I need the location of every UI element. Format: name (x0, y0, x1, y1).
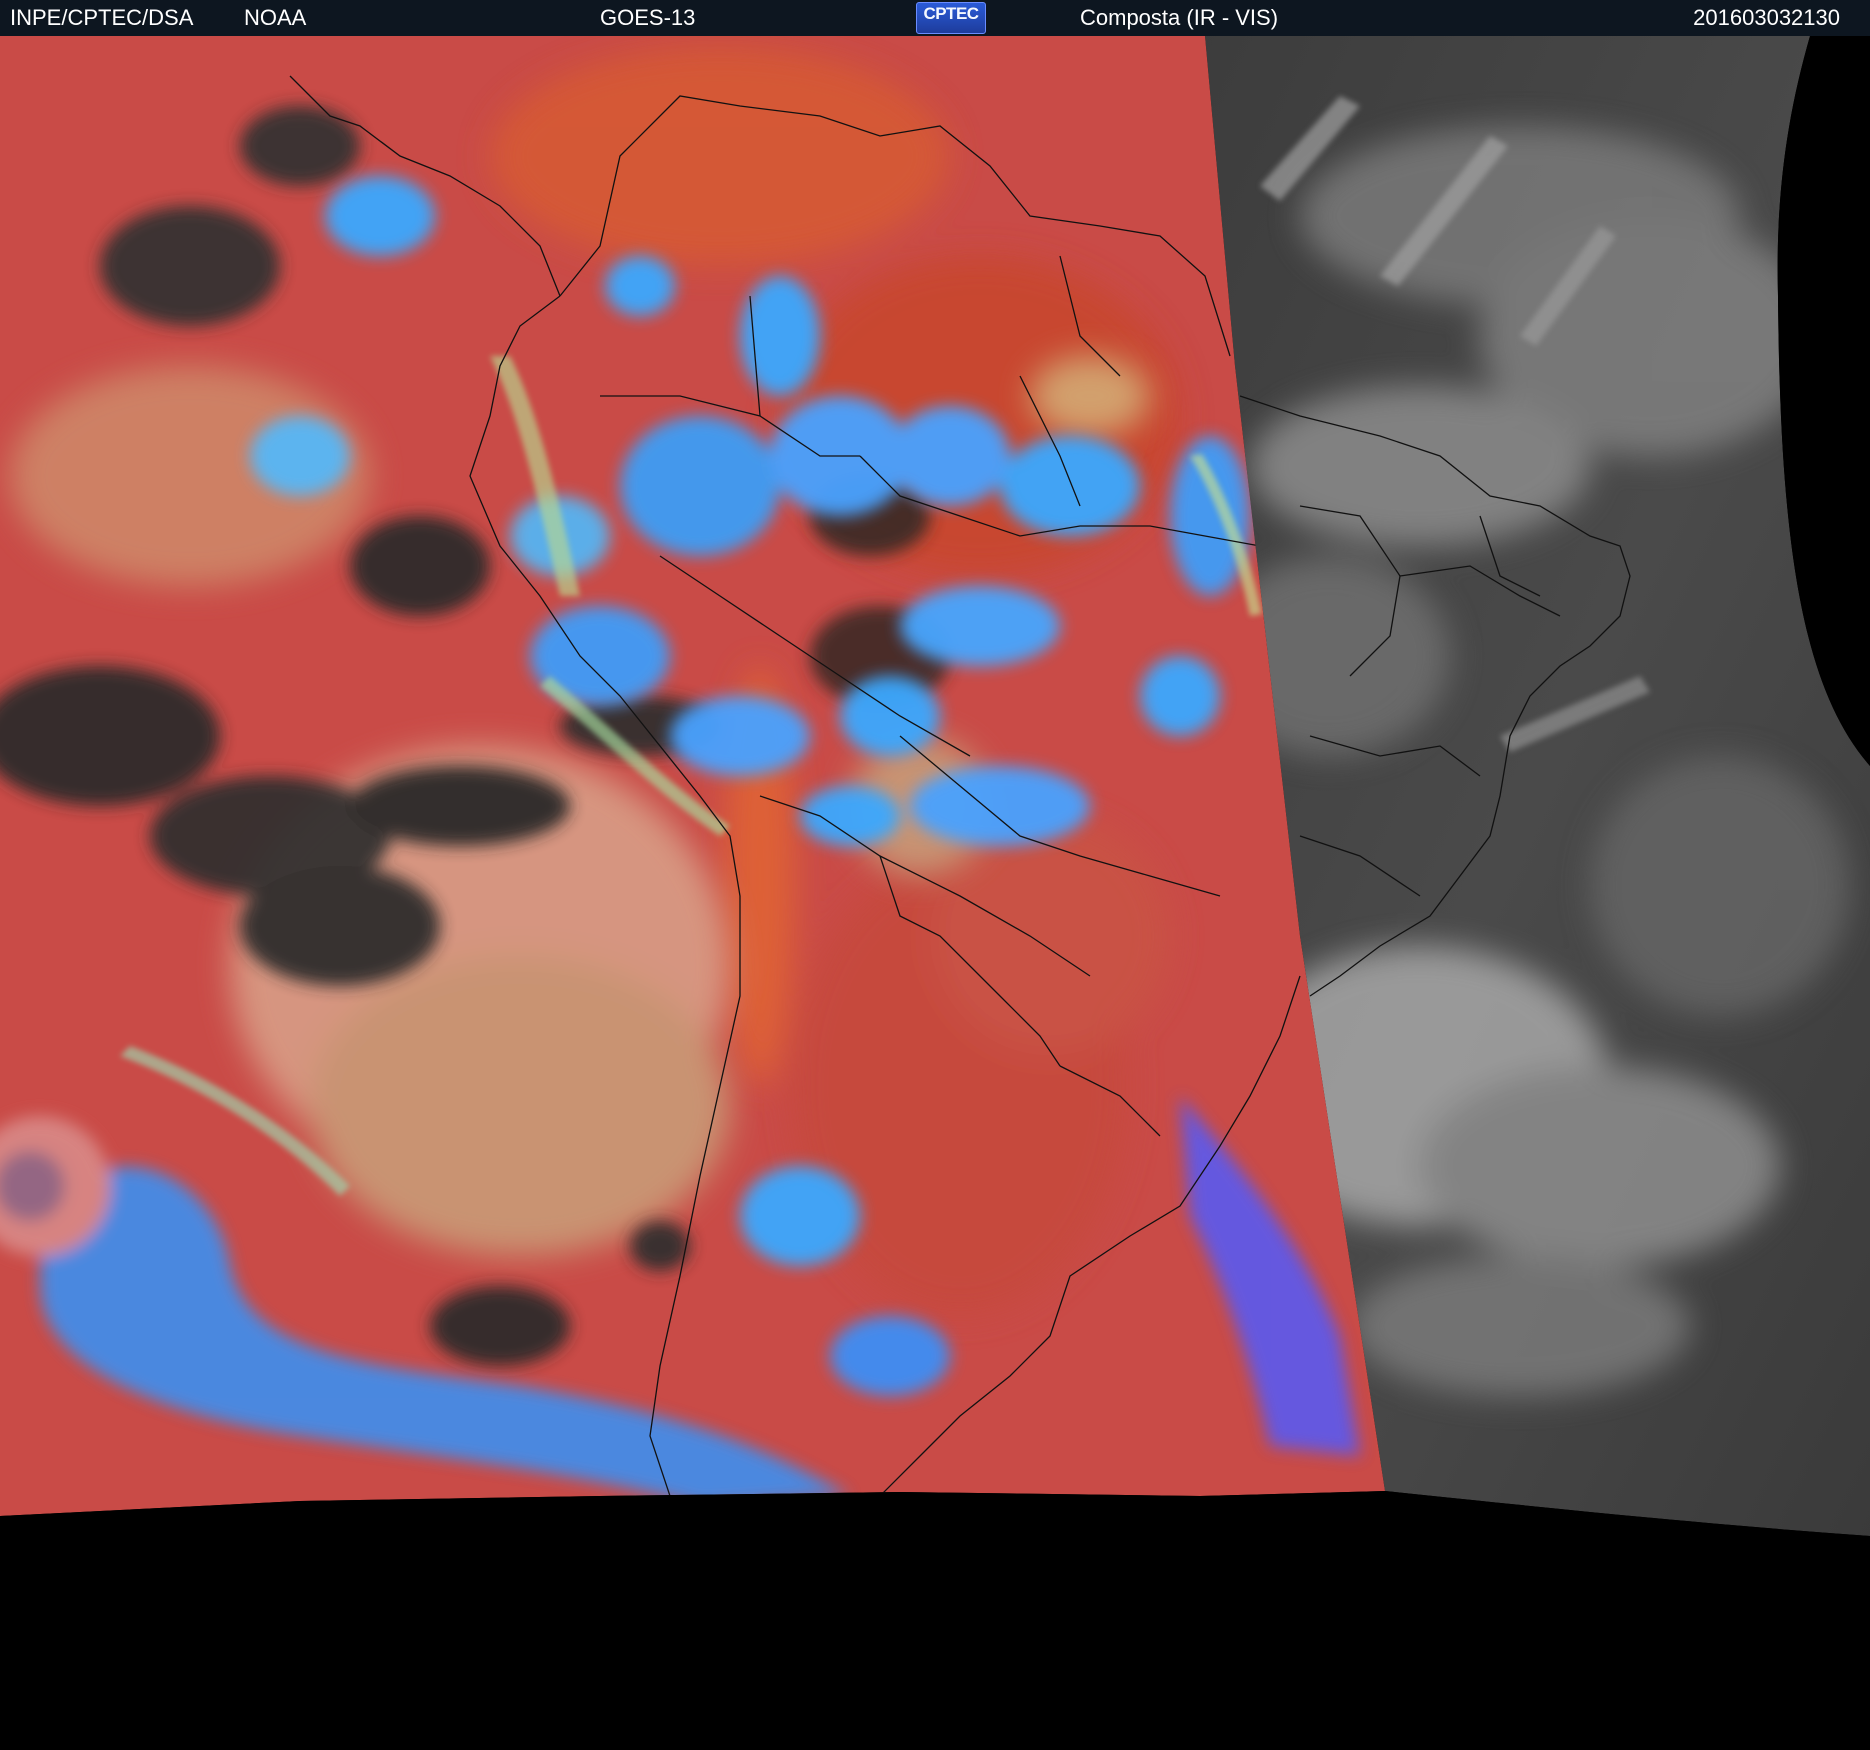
agency-label: NOAA (244, 5, 307, 30)
timestamp-label: 201603032130 (1693, 5, 1840, 30)
infrared-channel-region (0, 36, 1385, 1516)
cptec-logo: CPTEC (916, 2, 986, 34)
organization-label: INPE/CPTEC/DSA (10, 5, 194, 30)
product-label: Composta (IR - VIS) (1080, 5, 1279, 30)
header-bar: INPE/CPTEC/DSA NOAA GOES-13 CPTEC Compos… (0, 0, 1870, 36)
satellite-image-panel (0, 36, 1870, 1750)
cptec-logo-text: CPTEC (923, 4, 979, 23)
space-background-lower (0, 1491, 1870, 1750)
satellite-label: GOES-13 (600, 5, 696, 30)
satellite-composite-image (0, 36, 1870, 1750)
